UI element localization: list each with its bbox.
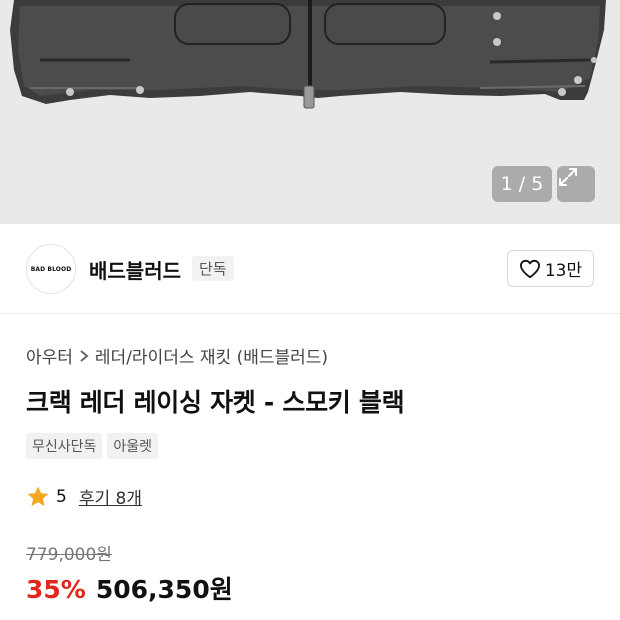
brand-name-link[interactable]: 배드블러드 (89, 255, 181, 284)
chevron-right-icon (80, 349, 89, 362)
like-count: 13만 (544, 261, 583, 281)
tag-outlet: 아울렛 (107, 433, 159, 459)
discount-rate: 35% (26, 575, 86, 604)
product-tags: 무신사단독 아울렛 (26, 433, 159, 459)
rating-score: 5 (56, 486, 67, 507)
original-price: 779,000원 (26, 545, 112, 565)
reviews-link[interactable]: 후기 8개 (79, 484, 142, 509)
heart-icon (519, 259, 540, 278)
rating-row: 5 후기 8개 (26, 484, 142, 509)
product-title: 크랙 레더 레이싱 자켓 - 스모키 블랙 (26, 388, 405, 417)
image-counter: 1 / 5 (492, 166, 552, 202)
sale-price-row: 35% 506,350원 (26, 570, 233, 606)
expand-image-button[interactable] (557, 166, 595, 202)
brand-logo[interactable]: BAD BLOOD (26, 244, 76, 294)
breadcrumb-category[interactable]: 아우터 (26, 343, 73, 368)
breadcrumb: 아우터 레더/라이더스 재킷 (배드블러드) (26, 343, 328, 368)
expand-icon (559, 168, 577, 186)
like-button[interactable]: 13만 (507, 250, 594, 287)
tag-musinsa-exclusive: 무신사단독 (26, 433, 103, 459)
brand-logo-text: BAD BLOOD (30, 265, 72, 273)
brand-row: BAD BLOOD 배드블러드 단독 13만 (0, 224, 620, 314)
product-image-gallery[interactable]: 1 / 5 (0, 0, 620, 224)
breadcrumb-subcategory[interactable]: 레더/라이더스 재킷 (배드블러드) (95, 343, 328, 368)
sale-price: 506,350원 (95, 575, 233, 604)
star-icon (27, 486, 49, 506)
exclusive-badge: 단독 (192, 256, 234, 281)
